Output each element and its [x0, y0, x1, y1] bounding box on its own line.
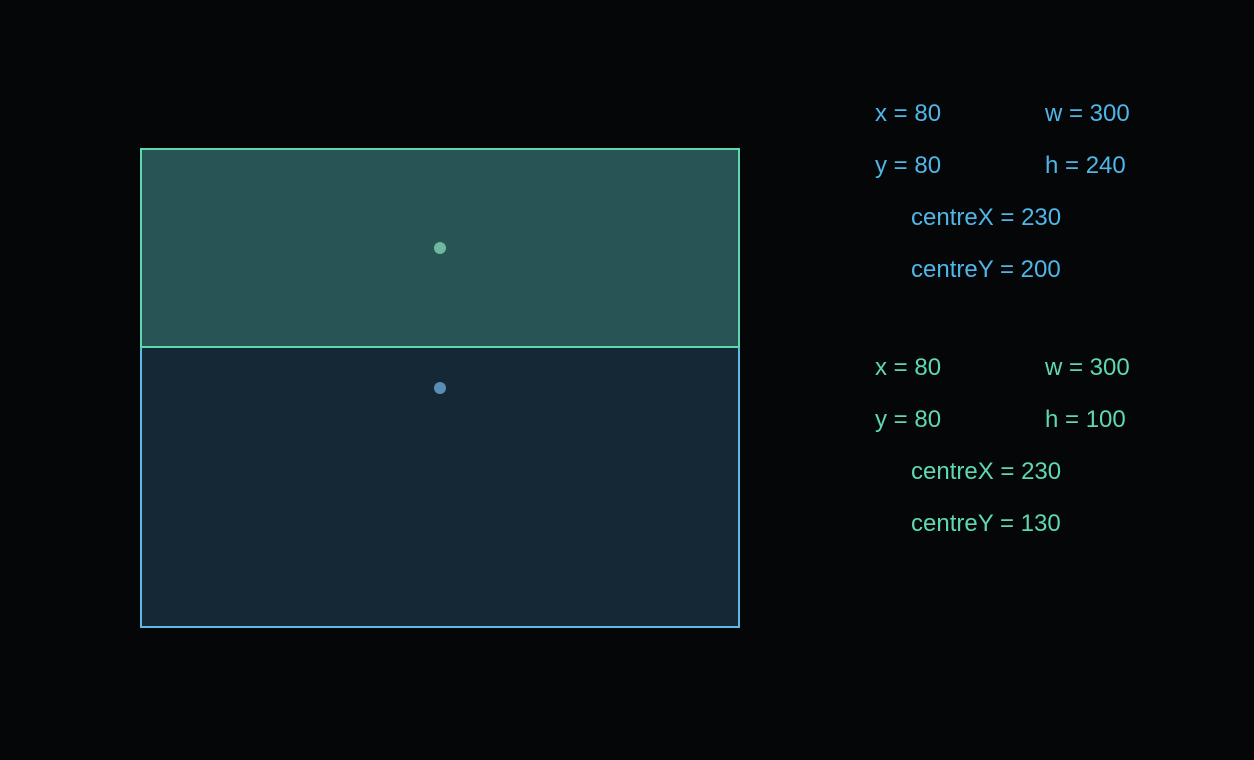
- green-centrex-label: centreX = 230: [911, 458, 1061, 486]
- blue-x-label: x = 80: [875, 100, 1045, 128]
- green-h-label: h = 100: [1045, 406, 1215, 434]
- blue-h-label: h = 240: [1045, 152, 1215, 180]
- green-w-label: w = 300: [1045, 354, 1215, 382]
- info-panel: x = 80 w = 300 y = 80 h = 240 centreX = …: [875, 100, 1235, 562]
- green-y-label: y = 80: [875, 406, 1045, 434]
- blue-y-label: y = 80: [875, 152, 1045, 180]
- green-info-block: x = 80 w = 300 y = 80 h = 100 centreX = …: [875, 354, 1235, 538]
- blue-centrey-label: centreY = 200: [911, 256, 1061, 284]
- blue-centre-dot: [434, 382, 446, 394]
- blue-info-block: x = 80 w = 300 y = 80 h = 240 centreX = …: [875, 100, 1235, 284]
- blue-centrex-label: centreX = 230: [911, 204, 1061, 232]
- green-centre-dot: [434, 242, 446, 254]
- green-centrey-label: centreY = 130: [911, 510, 1061, 538]
- green-x-label: x = 80: [875, 354, 1045, 382]
- blue-w-label: w = 300: [1045, 100, 1215, 128]
